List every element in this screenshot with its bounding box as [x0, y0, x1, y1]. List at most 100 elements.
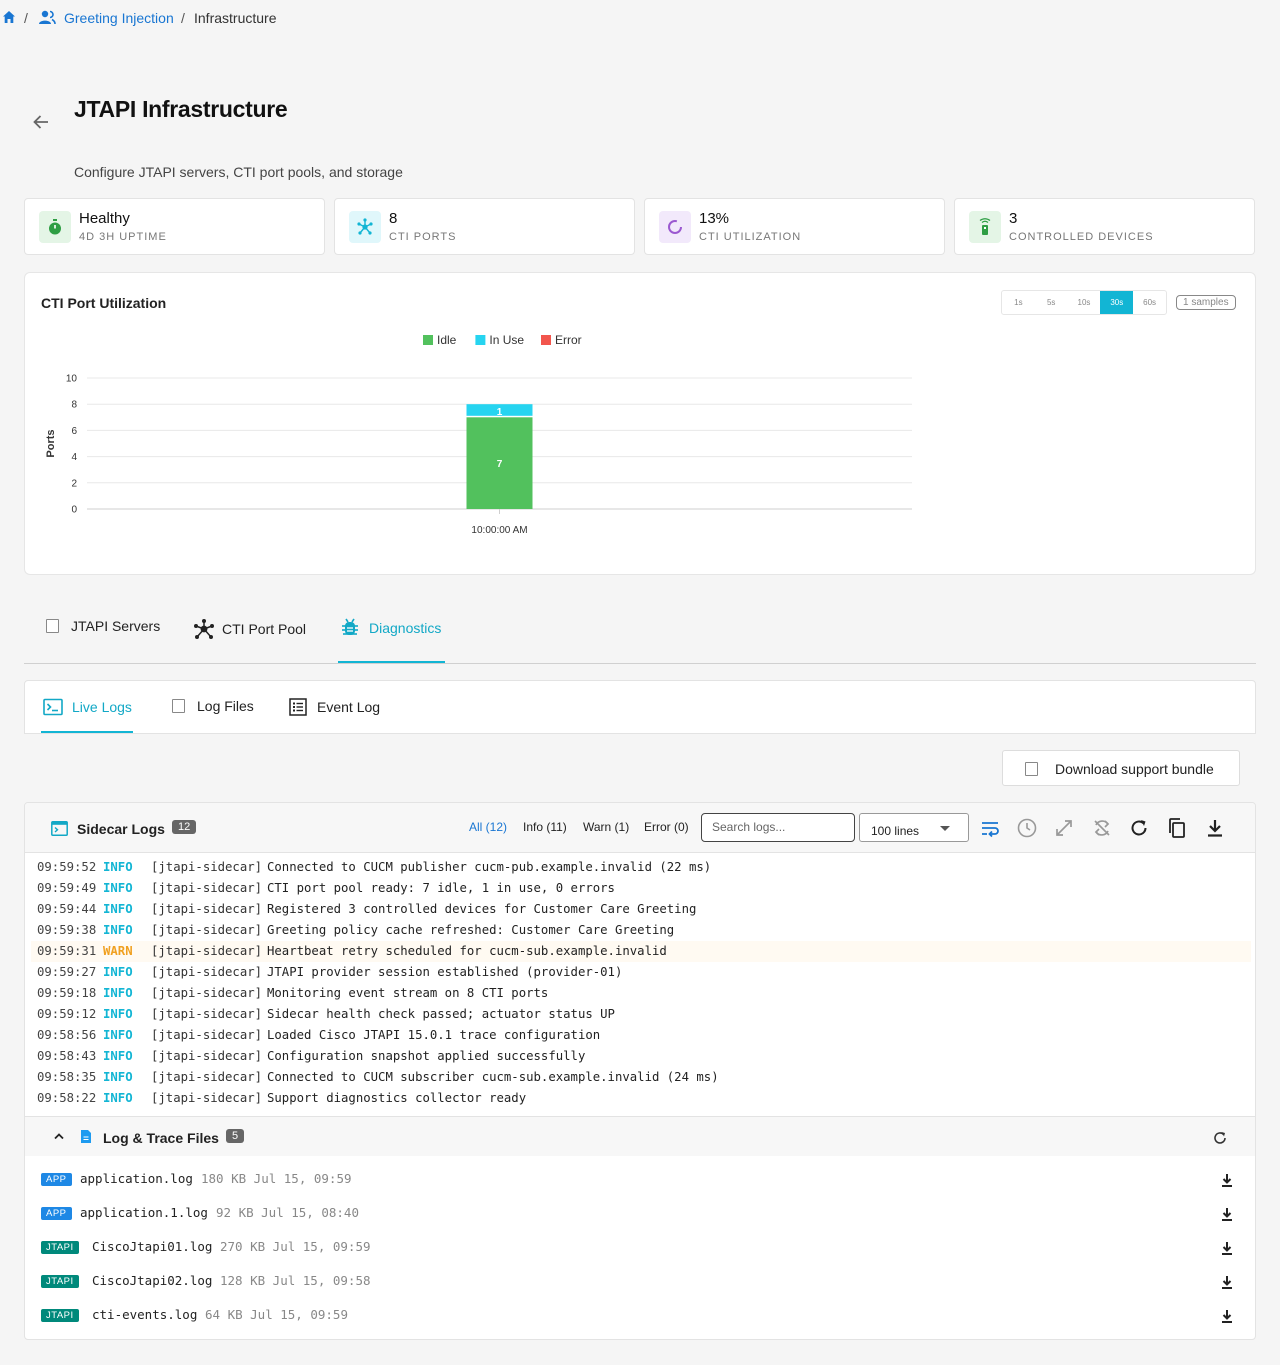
log-search-input[interactable]: Search logs...: [701, 813, 855, 842]
file-type-tag: JTAPI: [41, 1275, 79, 1288]
lines-select[interactable]: 100 lines: [859, 813, 969, 842]
trace-files-header[interactable]: Log & Trace Files 5: [25, 1116, 1255, 1156]
sync-disabled-icon[interactable]: [1091, 817, 1113, 839]
log-entry: 09:59:52 INFO [jtapi-sidecar] Connected to …: [31, 857, 1251, 878]
log-source: [jtapi-sidecar]: [151, 1091, 263, 1105]
interval-option-5s[interactable]: 5s: [1035, 291, 1068, 314]
log-level: INFO: [103, 986, 133, 1000]
log-source: [jtapi-sidecar]: [151, 944, 263, 958]
file-name[interactable]: application.1.log: [80, 1205, 208, 1220]
log-entry: 09:59:31 WARN [jtapi-sidecar] Heartbeat ret…: [31, 941, 1251, 962]
stat-value: 8: [389, 210, 398, 227]
tab-label: JTAPI Servers: [71, 618, 161, 634]
file-name[interactable]: CiscoJtapi02.log: [92, 1273, 212, 1288]
log-message: Connected to CUCM publisher cucm-pub.exa…: [267, 860, 712, 874]
clock-icon[interactable]: [1016, 817, 1038, 839]
expand-icon[interactable]: [1053, 817, 1075, 839]
stat-value: 3: [1009, 210, 1018, 227]
button-label: Download support bundle: [1055, 761, 1214, 777]
refresh-icon[interactable]: [1212, 1130, 1228, 1146]
stopwatch-icon: [39, 211, 71, 243]
legend-swatch: [423, 335, 433, 345]
filter-all[interactable]: All (12): [469, 820, 507, 834]
subtab-log-files[interactable]: Log Files: [172, 698, 254, 714]
log-source: [jtapi-sidecar]: [151, 881, 263, 895]
samples-badge: 1 samples: [1176, 295, 1236, 310]
log-level: INFO: [103, 923, 133, 937]
trace-file-row: APP application.1.log 92 KB Jul 15, 08:40: [25, 1197, 1255, 1231]
chevron-up-icon[interactable]: [53, 1131, 65, 1141]
download-icon[interactable]: [1220, 1172, 1234, 1188]
log-message: Monitoring event stream on 8 CTI ports: [267, 986, 549, 1000]
interval-option-10s[interactable]: 10s: [1068, 291, 1101, 314]
hub-icon: [194, 619, 214, 639]
interval-option-1s[interactable]: 1s: [1002, 291, 1035, 314]
log-entry: 09:59:27 INFO [jtapi-sidecar] JTAPI provide…: [31, 962, 1251, 983]
back-arrow-icon[interactable]: [31, 112, 51, 132]
log-level: INFO: [103, 1070, 133, 1084]
subtab-event-log[interactable]: Event Log: [289, 698, 380, 716]
bar-data-label: 1: [497, 407, 503, 418]
home-icon[interactable]: [2, 10, 16, 24]
log-source: [jtapi-sidecar]: [151, 1007, 263, 1021]
trace-files-count-badge: 5: [226, 1129, 245, 1143]
file-meta: 270 KB Jul 15, 09:59: [220, 1239, 371, 1254]
breadcrumb-current: Infrastructure: [194, 10, 277, 26]
main-tabs: JTAPI Servers CTI Port Pool Diagnostics: [24, 600, 1256, 664]
file-type-tag: JTAPI: [41, 1309, 79, 1322]
legend-swatch: [475, 335, 486, 345]
trace-file-row: APP application.log 180 KB Jul 15, 09:59: [25, 1163, 1255, 1197]
bar-data-label: 7: [497, 459, 503, 470]
x-tick-label: 10:00:00 AM: [471, 525, 527, 536]
log-level: INFO: [103, 1007, 133, 1021]
checkbox-icon: [1025, 762, 1038, 776]
diagnostics-subtabs: Live Logs Log Files Event Log: [24, 680, 1256, 734]
tab-diagnostics[interactable]: Diagnostics: [340, 618, 441, 638]
log-message: Support diagnostics collector ready: [267, 1091, 527, 1105]
log-timestamp: 09:58:56: [37, 1028, 97, 1042]
legend-label: Error: [555, 333, 582, 347]
download-icon[interactable]: [1220, 1240, 1234, 1256]
subtab-live-logs[interactable]: Live Logs: [43, 698, 132, 716]
log-source: [jtapi-sidecar]: [151, 1070, 263, 1084]
tab-jtapi-servers[interactable]: JTAPI Servers: [46, 618, 160, 634]
stat-value: 13%: [699, 210, 730, 227]
file-name[interactable]: cti-events.log: [92, 1307, 197, 1322]
file-name[interactable]: application.log: [80, 1171, 193, 1186]
stat-label: CTI PORTS: [389, 231, 457, 243]
filter-info[interactable]: Info (11): [523, 820, 567, 834]
interval-option-30s[interactable]: 30s: [1100, 291, 1134, 314]
breadcrumb-separator: /: [24, 10, 28, 26]
filter-warn[interactable]: Warn (1): [583, 820, 629, 834]
breadcrumb: / Greeting Injection / Infrastructure: [0, 0, 1280, 37]
y-tick-label: 4: [71, 452, 77, 463]
page-title: JTAPI Infrastructure: [74, 96, 288, 122]
y-tick-label: 8: [71, 400, 77, 411]
download-icon[interactable]: [1220, 1274, 1234, 1290]
stacked-bar-chart: Idle In Use Error 0 2 4 6 8 10 Ports 7 1 10:00:00 AM: [45, 333, 912, 536]
log-timestamp: 09:58:43: [37, 1049, 97, 1063]
legend-swatch: [541, 335, 551, 345]
y-tick-label: 2: [71, 478, 77, 489]
download-support-bundle-button[interactable]: Download support bundle: [1002, 750, 1240, 786]
file-type-tag: APP: [41, 1173, 72, 1186]
tab-cti-port-pool[interactable]: CTI Port Pool: [192, 618, 306, 640]
file-name[interactable]: CiscoJtapi01.log: [92, 1239, 212, 1254]
refresh-icon[interactable]: [1128, 817, 1150, 839]
interval-option-60s[interactable]: 60s: [1133, 291, 1166, 314]
trace-files-title: Log & Trace Files: [103, 1130, 219, 1146]
file-meta: 64 KB Jul 15, 09:59: [205, 1307, 348, 1322]
log-message: Registered 3 controlled devices for Cust…: [267, 902, 697, 916]
trace-file-row: JTAPI CiscoJtapi02.log 128 KB Jul 15, 09:5…: [25, 1265, 1255, 1299]
log-entry: 09:58:56 INFO [jtapi-sidecar] Loaded Cisco …: [31, 1025, 1251, 1046]
download-icon[interactable]: [1204, 817, 1226, 839]
wrap-lines-icon[interactable]: [979, 817, 1001, 839]
breadcrumb-link-greeting-injection[interactable]: Greeting Injection: [64, 10, 174, 26]
log-timestamp: 09:59:27: [37, 965, 97, 979]
log-entry: 09:59:49 INFO [jtapi-sidecar] CTI port pool…: [31, 878, 1251, 899]
download-icon[interactable]: [1220, 1308, 1234, 1324]
download-icon[interactable]: [1220, 1206, 1234, 1222]
log-entry: 09:59:38 INFO [jtapi-sidecar] Greeting poli…: [31, 920, 1251, 941]
filter-error[interactable]: Error (0): [644, 820, 689, 834]
copy-icon[interactable]: [1166, 817, 1188, 839]
